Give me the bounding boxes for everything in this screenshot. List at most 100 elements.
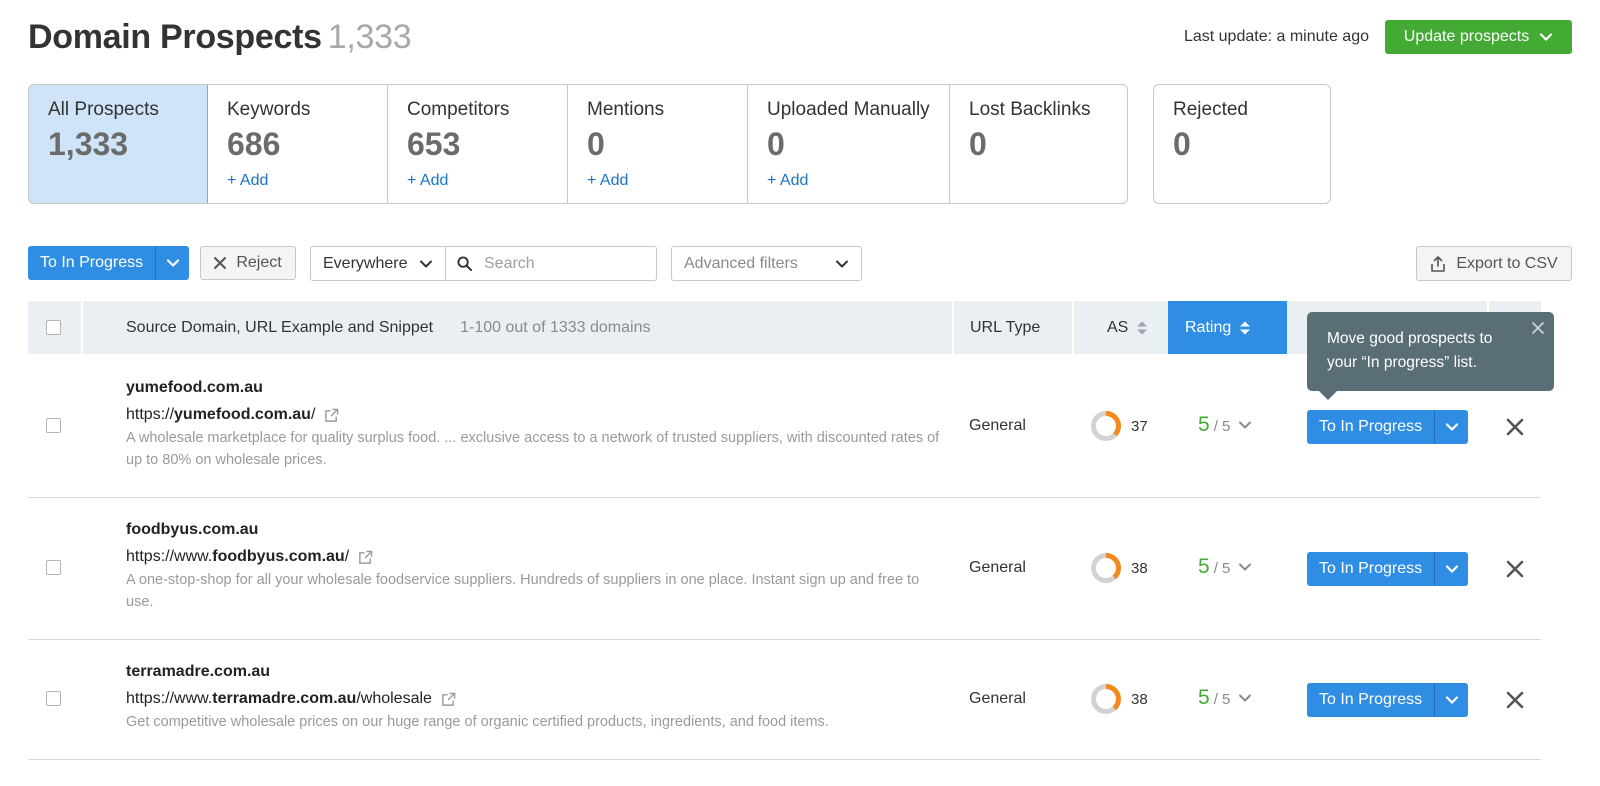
tab-value: 0 (969, 126, 987, 162)
tab-lost-backlinks[interactable]: Lost Backlinks 0 (950, 85, 1127, 203)
row-to-in-progress-button[interactable]: To In Progress (1307, 410, 1434, 444)
row-authority-score: 38 (1090, 552, 1148, 584)
search-icon (457, 256, 472, 271)
advanced-filters-dropdown[interactable]: Advanced filters (671, 246, 862, 281)
authority-score-ring-icon (1091, 553, 1121, 583)
reject-row-close-icon[interactable] (1505, 690, 1525, 710)
row-rating-dropdown[interactable]: 5 / 5 (1198, 555, 1252, 579)
row-checkbox[interactable] (46, 418, 61, 433)
column-divider (1072, 301, 1074, 354)
tooltip-close-icon[interactable] (1532, 322, 1544, 334)
external-link-icon[interactable] (441, 692, 456, 707)
add-keywords-link[interactable]: + Add (227, 172, 268, 190)
add-mentions-link[interactable]: + Add (587, 172, 628, 190)
row-authority-score: 37 (1090, 410, 1148, 442)
external-link-icon[interactable] (358, 550, 373, 565)
url-prefix: https:// (126, 406, 175, 423)
tab-competitors[interactable]: Competitors 653 + Add (388, 85, 568, 203)
row-url-example[interactable]: https://yumefood.com.au/ (126, 406, 339, 424)
rating-max: / 5 (1213, 418, 1231, 435)
tooltip-text: Move good prospects to your “In progress… (1327, 330, 1493, 371)
rating-max: / 5 (1213, 560, 1231, 577)
row-action-dropdown[interactable] (1434, 410, 1468, 444)
row-rating-dropdown[interactable]: 5 / 5 (1198, 686, 1252, 710)
reject-row-close-icon[interactable] (1505, 559, 1525, 579)
sort-icon (1240, 321, 1251, 334)
prospect-count: 1,333 (327, 18, 412, 56)
table-row: terramadre.com.au https://www.terramadre… (28, 640, 1541, 760)
column-url-type-label: URL Type (970, 318, 1041, 336)
select-all-checkbox[interactable] (46, 320, 61, 335)
reject-button[interactable]: Reject (200, 246, 296, 280)
row-url-example[interactable]: https://www.terramadre.com.au/wholesale (126, 690, 456, 708)
search-input[interactable] (484, 254, 644, 273)
search-box (445, 246, 657, 281)
chevron-down-icon (1239, 563, 1252, 571)
tab-label: Rejected (1173, 99, 1248, 120)
column-source-label: Source Domain, URL Example and Snippet (126, 318, 434, 336)
tab-rejected[interactable]: Rejected 0 (1153, 84, 1331, 204)
rating-value: 5 (1198, 686, 1210, 709)
toolbar: To In Progress Reject Everywhere Advance… (28, 246, 1572, 282)
column-divider (952, 301, 954, 354)
close-icon (214, 257, 227, 269)
url-domain: terramadre.com.au (212, 690, 357, 707)
authority-score-ring-icon (1091, 411, 1121, 441)
external-link-icon[interactable] (324, 408, 339, 423)
onboarding-tooltip: Move good prospects to your “In progress… (1307, 312, 1554, 400)
tab-uploaded-manually[interactable]: Uploaded Manually 0 + Add (748, 85, 950, 203)
chevron-down-icon (420, 260, 432, 267)
export-csv-button[interactable]: Export to CSV (1416, 246, 1572, 281)
column-rating-sort[interactable]: Rating (1168, 301, 1287, 354)
row-snippet: Get competitive wholesale prices on our … (126, 714, 829, 730)
results-range: 1-100 out of 1333 domains (460, 318, 651, 336)
chevron-down-icon (836, 260, 848, 267)
row-rating-dropdown[interactable]: 5 / 5 (1198, 413, 1252, 437)
page-title: Domain Prospects 1,333 (28, 18, 412, 57)
sort-icon (1137, 321, 1148, 334)
url-prefix: https://www. (126, 690, 213, 707)
tab-all-prospects[interactable]: All Prospects 1,333 (29, 85, 208, 203)
url-domain: yumefood.com.au (174, 406, 311, 423)
row-checkbox[interactable] (46, 691, 61, 706)
select-all-cell (46, 301, 61, 354)
add-competitors-link[interactable]: + Add (407, 172, 448, 190)
row-checkbox[interactable] (46, 560, 61, 575)
row-action-dropdown[interactable] (1434, 683, 1468, 717)
add-uploaded-link[interactable]: + Add (767, 172, 808, 190)
tab-value: 686 (227, 126, 281, 162)
tab-label: All Prospects (48, 99, 159, 120)
row-to-in-progress-button[interactable]: To In Progress (1307, 552, 1434, 586)
tab-mentions[interactable]: Mentions 0 + Add (568, 85, 748, 203)
chevron-down-icon (1239, 421, 1252, 429)
update-prospects-label: Update prospects (1403, 28, 1530, 45)
chevron-down-icon (166, 259, 179, 267)
row-to-in-progress-split-button: To In Progress (1307, 683, 1469, 717)
table-row: foodbyus.com.au https://www.foodbyus.com… (28, 498, 1541, 640)
tab-label: Competitors (407, 99, 510, 120)
column-url-type: URL Type (970, 301, 1040, 354)
page-title-text: Domain Prospects (28, 18, 322, 56)
page-header: Domain Prospects 1,333 Last update: a min… (28, 14, 1572, 60)
bulk-to-in-progress-button[interactable]: To In Progress (28, 246, 155, 280)
url-prefix: https://www. (126, 548, 213, 565)
row-action-dropdown[interactable] (1434, 552, 1468, 586)
authority-score-value: 37 (1131, 417, 1148, 435)
tab-value: 0 (587, 126, 605, 162)
update-prospects-button[interactable]: Update prospects (1385, 20, 1572, 54)
authority-score-value: 38 (1131, 559, 1148, 577)
tab-value: 1,333 (48, 126, 129, 162)
tab-keywords[interactable]: Keywords 686 + Add (208, 85, 388, 203)
column-source: Source Domain, URL Example and Snippet 1… (126, 301, 650, 354)
reject-row-close-icon[interactable] (1505, 417, 1525, 437)
reject-label: Reject (236, 254, 282, 271)
search-scope-select[interactable]: Everywhere (310, 246, 446, 281)
url-path: / (310, 406, 316, 423)
row-snippet: A one-stop-shop for all your wholesale f… (126, 572, 920, 610)
row-to-in-progress-button[interactable]: To In Progress (1307, 683, 1434, 717)
export-icon (1431, 255, 1446, 272)
row-url-example[interactable]: https://www.foodbyus.com.au/ (126, 548, 373, 566)
column-as-sort[interactable]: AS (1107, 301, 1148, 354)
bulk-to-in-progress-dropdown[interactable] (155, 246, 189, 280)
url-text: https://yumefood.com.au/ (126, 406, 315, 424)
